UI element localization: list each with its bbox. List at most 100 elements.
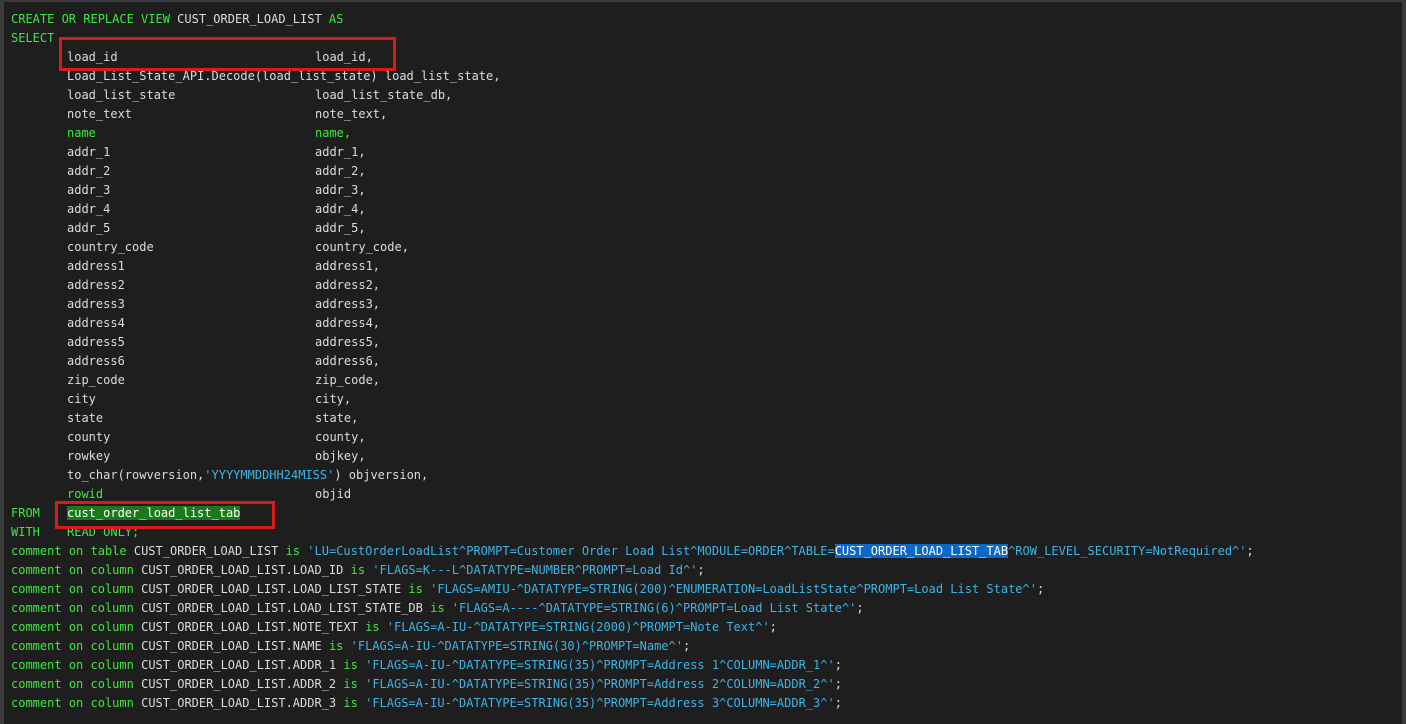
column-source: addr_2 [67,164,111,178]
semicolon: ; [682,639,691,653]
column-alias: county, [315,430,366,444]
selected-text: CUST_ORDER_LOAD_LIST_TAB [834,544,1009,558]
read-only-clause: READ ONLY; [67,525,140,539]
is-keyword: is [408,582,423,596]
column-source: addr_5 [67,221,111,235]
code-line-column: note_text note_text, [11,105,1400,124]
comment-keyword: comment [11,563,62,577]
on-keyword: on [68,677,84,691]
on-keyword: on [68,620,84,634]
column-alias: zip_code, [315,373,381,387]
column-alias: load_id, [315,50,373,64]
comment-string: 'FLAGS=AMIU-^DATATYPE=STRING(200)^ENUMER… [430,582,1037,596]
semicolon: ; [697,563,705,577]
from-keyword: FROM [11,506,40,520]
column-source: address2 [67,278,125,292]
code-line-select: SELECT [11,29,1400,48]
comment-object: CUST_ORDER_LOAD_LIST.ADDR_2 [141,677,337,691]
column-alias: addr_4, [315,202,366,216]
code-line-column: load_list_state load_list_state_db, [11,86,1400,105]
code-line-column: to_char(rowversion,'YYYYMMDDHH24MISS') o… [11,466,1400,485]
comment-keyword: comment [11,696,62,710]
column-source: load_list_state [67,88,176,102]
column-source: address6 [67,354,125,368]
create-view-token: AS [328,12,344,26]
comment-target-keyword: column [90,620,134,634]
column-expression: to_char(rowversion, [67,468,205,482]
code-line-column: address4 address4, [11,314,1400,333]
column-source: address3 [67,297,125,311]
column-alias: addr_5, [315,221,366,235]
on-keyword: on [68,544,84,558]
code-line-column: load_id load_id, [11,48,1400,67]
code-line-column: addr_3 addr_3, [11,181,1400,200]
code-line-column: rowkey objkey, [11,447,1400,466]
comment-string: 'FLAGS=A-IU-^DATATYPE=STRING(35)^PROMPT=… [365,677,835,691]
comment-object: CUST_ORDER_LOAD_LIST.NAME [141,639,322,653]
code-line-column: address2 address2, [11,276,1400,295]
comment-keyword: comment [11,677,62,691]
is-keyword: is [343,677,358,691]
is-keyword: is [328,639,344,653]
code-line-column: address3 address3, [11,295,1400,314]
comment-string: 'FLAGS=A----^DATATYPE=STRING(6)^PROMPT=L… [451,601,857,615]
comment-target-keyword: table [90,544,127,558]
code-line-from: FROM cust_order_load_list_tab [11,504,1400,523]
column-source: address4 [67,316,125,330]
comment-object: CUST_ORDER_LOAD_LIST [133,544,279,558]
comment-string: 'FLAGS=K---L^DATATYPE=NUMBER^PROMPT=Load… [372,563,698,577]
is-keyword: is [285,544,301,558]
column-alias: note_text, [315,107,388,121]
comment-keyword: comment [11,582,62,596]
code-line-column: address5 address5, [11,333,1400,352]
comment-keyword: comment [11,658,62,672]
column-source: rowid [67,487,104,501]
code-line-column: city city, [11,390,1400,409]
code-area[interactable]: CREATE OR REPLACE VIEW CUST_ORDER_LOAD_L… [11,10,1400,713]
comment-target-keyword: column [90,696,134,710]
code-line-create: CREATE OR REPLACE VIEW CUST_ORDER_LOAD_L… [11,10,1400,29]
column-alias: country_code, [315,240,409,254]
code-line-column: address1 address1, [11,257,1400,276]
on-keyword: on [68,563,84,577]
create-view-token: CUST_ORDER_LOAD_LIST [177,12,329,26]
create-view-token: CREATE OR REPLACE VIEW [11,12,178,26]
comment-object: CUST_ORDER_LOAD_LIST.NOTE_TEXT [141,620,358,634]
right-scroll-edge [1402,2,1406,724]
column-alias: address1, [315,259,381,273]
code-line-column: addr_1 addr_1, [11,143,1400,162]
code-line-comment: comment on column CUST_ORDER_LOAD_LIST.A… [11,694,1400,713]
comment-keyword: comment [11,639,62,653]
column-alias: address3, [315,297,381,311]
column-source: load_id [67,50,118,64]
column-expression: Load_List_State_API.Decode(load_list_sta… [67,69,501,83]
code-line-column: addr_2 addr_2, [11,162,1400,181]
comment-target-keyword: column [90,658,134,672]
sql-editor[interactable]: CREATE OR REPLACE VIEW CUST_ORDER_LOAD_L… [0,0,1406,724]
is-keyword: is [365,620,380,634]
semicolon: ; [834,677,842,691]
column-alias: address6, [315,354,381,368]
semicolon: ; [1246,544,1254,558]
semicolon: ; [856,601,864,615]
code-line-comment: comment on column CUST_ORDER_LOAD_LIST.L… [11,561,1400,580]
column-alias: objkey, [315,449,366,463]
column-alias: objid [315,487,352,501]
comment-object: CUST_ORDER_LOAD_LIST.LOAD_LIST_STATE [141,582,402,596]
select-keyword: SELECT [11,31,55,45]
column-alias: load_list_state_db, [315,88,453,102]
on-keyword: on [68,582,84,596]
left-gutter [0,2,4,724]
column-source: country_code [67,240,154,254]
code-line-column: name name, [11,124,1400,143]
code-line-column: addr_4 addr_4, [11,200,1400,219]
column-alias: addr_2, [315,164,366,178]
code-line-column: Load_List_State_API.Decode(load_list_sta… [11,67,1400,86]
comment-object: CUST_ORDER_LOAD_LIST.LOAD_LIST_STATE_DB [141,601,423,615]
comment-string: 'FLAGS=A-IU-^DATATYPE=STRING(35)^PROMPT=… [365,658,835,672]
column-alias: city, [315,392,352,406]
column-source: name [67,126,96,140]
comment-keyword: comment [11,544,62,558]
code-line-comment: comment on column CUST_ORDER_LOAD_LIST.N… [11,618,1400,637]
semicolon: ; [834,696,842,710]
